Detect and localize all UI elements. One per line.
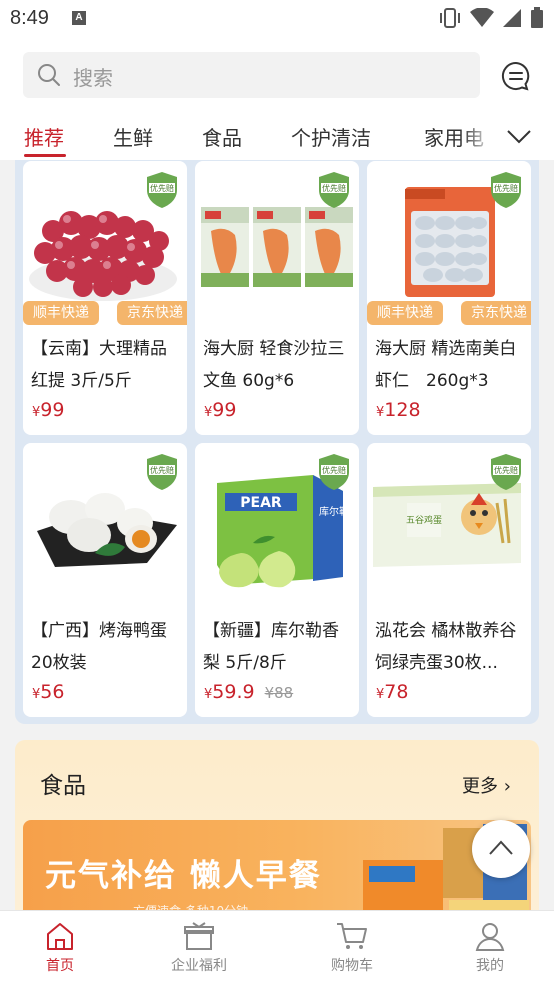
banner-headline: 元气补给 懒人早餐 <box>45 858 322 894</box>
product-price: ¥59.9 ¥88 <box>204 681 294 703</box>
product-price: ¥78 <box>376 681 409 703</box>
product-card[interactable]: 五谷鸡蛋 优先赔 泓花会 橘林散养谷饲绿壳蛋30枚... ¥78 <box>367 443 531 717</box>
svg-text:优先赔: 优先赔 <box>494 183 518 193</box>
product-card[interactable]: 优先赔 顺丰快递 京东快递 【云南】大理精品红提 3斤/5斤 ¥99 <box>23 161 187 435</box>
product-card[interactable]: 优先赔 【广西】烤海鸭蛋20枚装 ¥56 <box>23 443 187 717</box>
shipping-tags: 顺丰快递 京东快递 <box>23 301 187 327</box>
nav-label: 我的 <box>476 958 504 974</box>
product-title: 【广西】烤海鸭蛋20枚装 <box>31 621 167 673</box>
svg-text:五谷鸡蛋: 五谷鸡蛋 <box>406 514 442 526</box>
product-card[interactable]: 优先赔 海大厨 轻食沙拉三文鱼 60g*6 ¥99 <box>195 161 359 435</box>
signal-icon <box>503 9 521 27</box>
product-price: ¥99 <box>32 399 65 421</box>
priority-compensation-badge-icon: 优先赔 <box>147 454 177 490</box>
nav-label: 首页 <box>46 958 74 974</box>
product-price: ¥128 <box>376 399 421 421</box>
priority-compensation-badge-icon: 优先赔 <box>147 172 177 208</box>
cart-icon <box>337 923 367 949</box>
original-price: ¥88 <box>264 684 294 702</box>
nav-home[interactable]: 首页 <box>0 921 120 981</box>
product-price: ¥99 <box>204 399 237 421</box>
tab-food[interactable]: 食品 <box>202 122 242 151</box>
tab-personal-care[interactable]: 个护清洁 <box>291 122 371 151</box>
more-link[interactable]: 更多 › <box>462 772 511 798</box>
message-icon[interactable] <box>500 60 532 92</box>
svg-text:库尔勒香梨: 库尔勒香梨 <box>319 505 359 518</box>
product-price: ¥56 <box>32 681 65 703</box>
notification-a-icon: A <box>72 11 86 25</box>
chevron-right-icon: › <box>503 776 511 797</box>
product-title: 海大厨 轻食沙拉三文鱼 60g*6 <box>203 339 345 391</box>
nav-label: 购物车 <box>331 958 373 974</box>
product-card[interactable]: 优先赔 顺丰快递 京东快递 海大厨 精选南美白虾仁 260g*3 ¥128 <box>367 161 531 435</box>
shipping-tags: 顺丰快递 京东快递 <box>367 301 531 327</box>
user-icon <box>475 923 505 951</box>
search-placeholder: 搜索 <box>73 66 113 90</box>
tab-fresh[interactable]: 生鲜 <box>113 122 153 151</box>
tab-active-indicator <box>24 154 66 157</box>
wifi-icon <box>470 8 494 27</box>
priority-compensation-badge-icon: 优先赔 <box>319 454 349 490</box>
status-icons <box>438 6 544 30</box>
shipping-tag-jd: 京东快递 <box>117 301 187 325</box>
svg-text:优先赔: 优先赔 <box>150 183 174 193</box>
search-input[interactable]: 搜索 <box>23 52 480 98</box>
priority-compensation-badge-icon: 优先赔 <box>319 172 349 208</box>
svg-text:优先赔: 优先赔 <box>322 183 346 193</box>
shipping-tag-sf: 顺丰快递 <box>23 301 99 325</box>
chevron-up-icon <box>489 840 513 855</box>
vibrate-icon <box>440 8 460 28</box>
battery-icon <box>531 7 543 28</box>
svg-text:优先赔: 优先赔 <box>150 465 174 475</box>
chevron-down-icon[interactable] <box>506 126 532 146</box>
search-icon <box>38 64 60 86</box>
back-to-top-button[interactable] <box>472 820 530 878</box>
svg-text:优先赔: 优先赔 <box>494 465 518 475</box>
gift-icon <box>184 922 214 950</box>
product-title: 泓花会 橘林散养谷饲绿壳蛋30枚... <box>375 621 517 673</box>
priority-compensation-badge-icon: 优先赔 <box>491 172 521 208</box>
product-title: 【新疆】库尔勒香梨 5斤/8斤 <box>203 621 339 673</box>
product-grid: 优先赔 顺丰快递 京东快递 【云南】大理精品红提 3斤/5斤 ¥99 优先赔 海… <box>15 160 539 724</box>
section-title: 食品 <box>40 773 86 799</box>
shipping-tag-jd: 京东快递 <box>461 301 531 325</box>
home-icon <box>47 923 73 950</box>
svg-text:PEAR: PEAR <box>240 495 282 511</box>
nav-profile[interactable]: 我的 <box>430 921 550 981</box>
nav-cart[interactable]: 购物车 <box>292 921 412 981</box>
category-tabs: 推荐 生鲜 食品 个护清洁 家用电 <box>0 116 554 160</box>
status-bar: 8:49 A <box>0 0 554 38</box>
priority-compensation-badge-icon: 优先赔 <box>491 454 521 490</box>
shipping-tag-sf: 顺丰快递 <box>367 301 443 325</box>
bottom-nav: 首页 企业福利 购物车 我的 <box>0 910 554 984</box>
product-title: 【云南】大理精品红提 3斤/5斤 <box>31 339 167 391</box>
status-time: 8:49 <box>10 7 49 29</box>
tab-recommend[interactable]: 推荐 <box>24 122 64 151</box>
product-card[interactable]: PEAR 库尔勒香梨 优先赔 【新疆】库尔勒香梨 5斤/8斤 ¥59.9¥88 <box>195 443 359 717</box>
nav-welfare[interactable]: 企业福利 <box>139 921 259 981</box>
svg-text:优先赔: 优先赔 <box>322 465 346 475</box>
header: 搜索 推荐 生鲜 食品 个护清洁 家用电 <box>0 38 554 160</box>
nav-label: 企业福利 <box>171 958 227 974</box>
product-title: 海大厨 精选南美白虾仁 260g*3 <box>375 339 517 391</box>
